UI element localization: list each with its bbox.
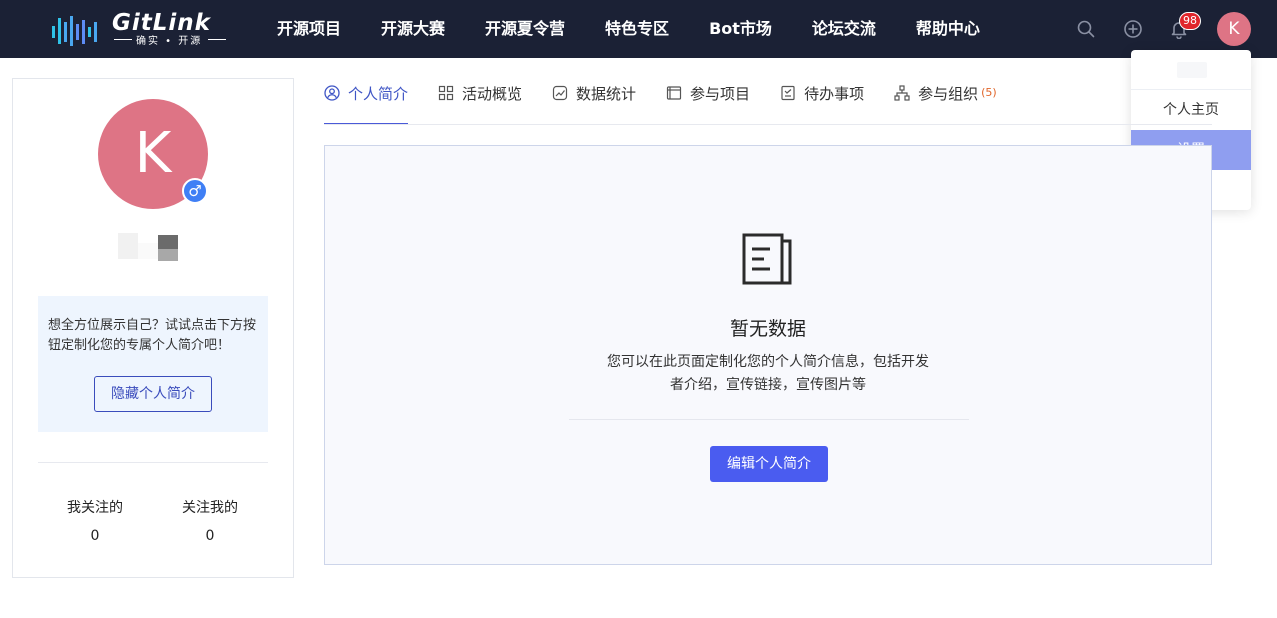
- tab-label: 参与组织: [918, 85, 979, 103]
- tab-personal-intro[interactable]: 个人简介: [324, 76, 409, 125]
- user-avatar-button[interactable]: K: [1217, 12, 1251, 46]
- project-icon: [666, 86, 682, 100]
- tabs-divider: [324, 124, 1212, 125]
- profile-tabs: 个人简介 活动概览 数据统计 参与项目 待办事项 参与组织 (5): [324, 76, 1027, 125]
- profile-card: K ♂ 想全方位展示自己？试试点击下方按钮定制化您的专属个人简介吧！ 隐藏个人简…: [12, 78, 294, 578]
- search-icon[interactable]: [1076, 19, 1096, 39]
- card-divider: [38, 462, 268, 463]
- nav-help-center[interactable]: 帮助中心: [916, 0, 980, 58]
- tab-label: 参与项目: [690, 85, 751, 103]
- tab-organizations[interactable]: 参与组织 (5): [894, 76, 997, 124]
- tab-data-statistics[interactable]: 数据统计: [552, 76, 636, 124]
- empty-state-panel: 暂无数据 您可以在此页面定制化您的个人简介信息，包括开发者介绍，宣传链接，宣传图…: [324, 145, 1212, 565]
- user-circle-icon: [324, 85, 340, 101]
- hide-intro-button[interactable]: 隐藏个人简介: [94, 376, 212, 412]
- intro-prompt-box: 想全方位展示自己？试试点击下方按钮定制化您的专属个人简介吧！ 隐藏个人简介: [38, 296, 268, 432]
- edit-intro-button[interactable]: 编辑个人简介: [710, 446, 828, 482]
- followers-stat[interactable]: 关注我的 0: [160, 499, 260, 545]
- tab-label: 活动概览: [462, 85, 523, 103]
- tab-todo[interactable]: 待办事项: [780, 76, 864, 124]
- organization-count: (5): [981, 86, 997, 99]
- add-icon[interactable]: [1123, 19, 1143, 39]
- empty-state-description: 您可以在此页面定制化您的个人简介信息，包括开发者介绍，宣传链接，宣传图片等: [607, 354, 929, 393]
- nav-competitions[interactable]: 开源大赛: [381, 0, 445, 58]
- brand-slogan: 确实 • 开源: [136, 36, 203, 47]
- notification-badge: 98: [1179, 12, 1201, 30]
- tab-projects[interactable]: 参与项目: [666, 76, 750, 124]
- todo-icon: [781, 85, 795, 101]
- tab-label: 待办事项: [804, 85, 865, 103]
- nav-summer-camp[interactable]: 开源夏令营: [485, 0, 565, 58]
- male-gender-icon: ♂: [182, 178, 208, 204]
- gitlink-logo-icon: [52, 16, 97, 46]
- following-count: 0: [90, 528, 100, 544]
- tab-activity-overview[interactable]: 活动概览: [438, 76, 522, 124]
- username-redacted: [118, 233, 178, 263]
- empty-state-title: 暂无数据: [729, 318, 806, 340]
- followers-label: 关注我的: [182, 500, 238, 516]
- nav-featured-zone[interactable]: 特色专区: [605, 0, 669, 58]
- slogan-divider-right: [208, 39, 226, 40]
- top-navigation-bar: GitLink 确实 • 开源 开源项目 开源大赛 开源夏令营 特色专区 Bot…: [0, 0, 1277, 58]
- empty-state-divider: [569, 419, 969, 420]
- chart-icon: [552, 85, 568, 101]
- dropdown-username-redacted: [1177, 62, 1207, 78]
- followers-count: 0: [205, 528, 215, 544]
- nav-open-source-projects[interactable]: 开源项目: [277, 0, 341, 58]
- gitlink-logo[interactable]: GitLink 确实 • 开源: [50, 10, 230, 48]
- document-icon: [742, 233, 792, 285]
- intro-prompt-text: 想全方位展示自己？试试点击下方按钮定制化您的专属个人简介吧！: [48, 318, 257, 353]
- main-nav: 开源项目 开源大赛 开源夏令营 特色专区 Bot市场 论坛交流 帮助中心: [277, 0, 1020, 58]
- following-label: 我关注的: [67, 500, 123, 516]
- following-stat[interactable]: 我关注的 0: [45, 499, 145, 545]
- tab-label: 个人简介: [348, 85, 409, 103]
- org-icon: [894, 85, 910, 101]
- dropdown-header: [1131, 50, 1251, 90]
- grid-icon: [438, 85, 454, 101]
- tab-label: 数据统计: [576, 85, 637, 103]
- nav-bot-market[interactable]: Bot市场: [709, 0, 772, 58]
- nav-forum[interactable]: 论坛交流: [812, 0, 876, 58]
- slogan-divider-left: [114, 39, 132, 40]
